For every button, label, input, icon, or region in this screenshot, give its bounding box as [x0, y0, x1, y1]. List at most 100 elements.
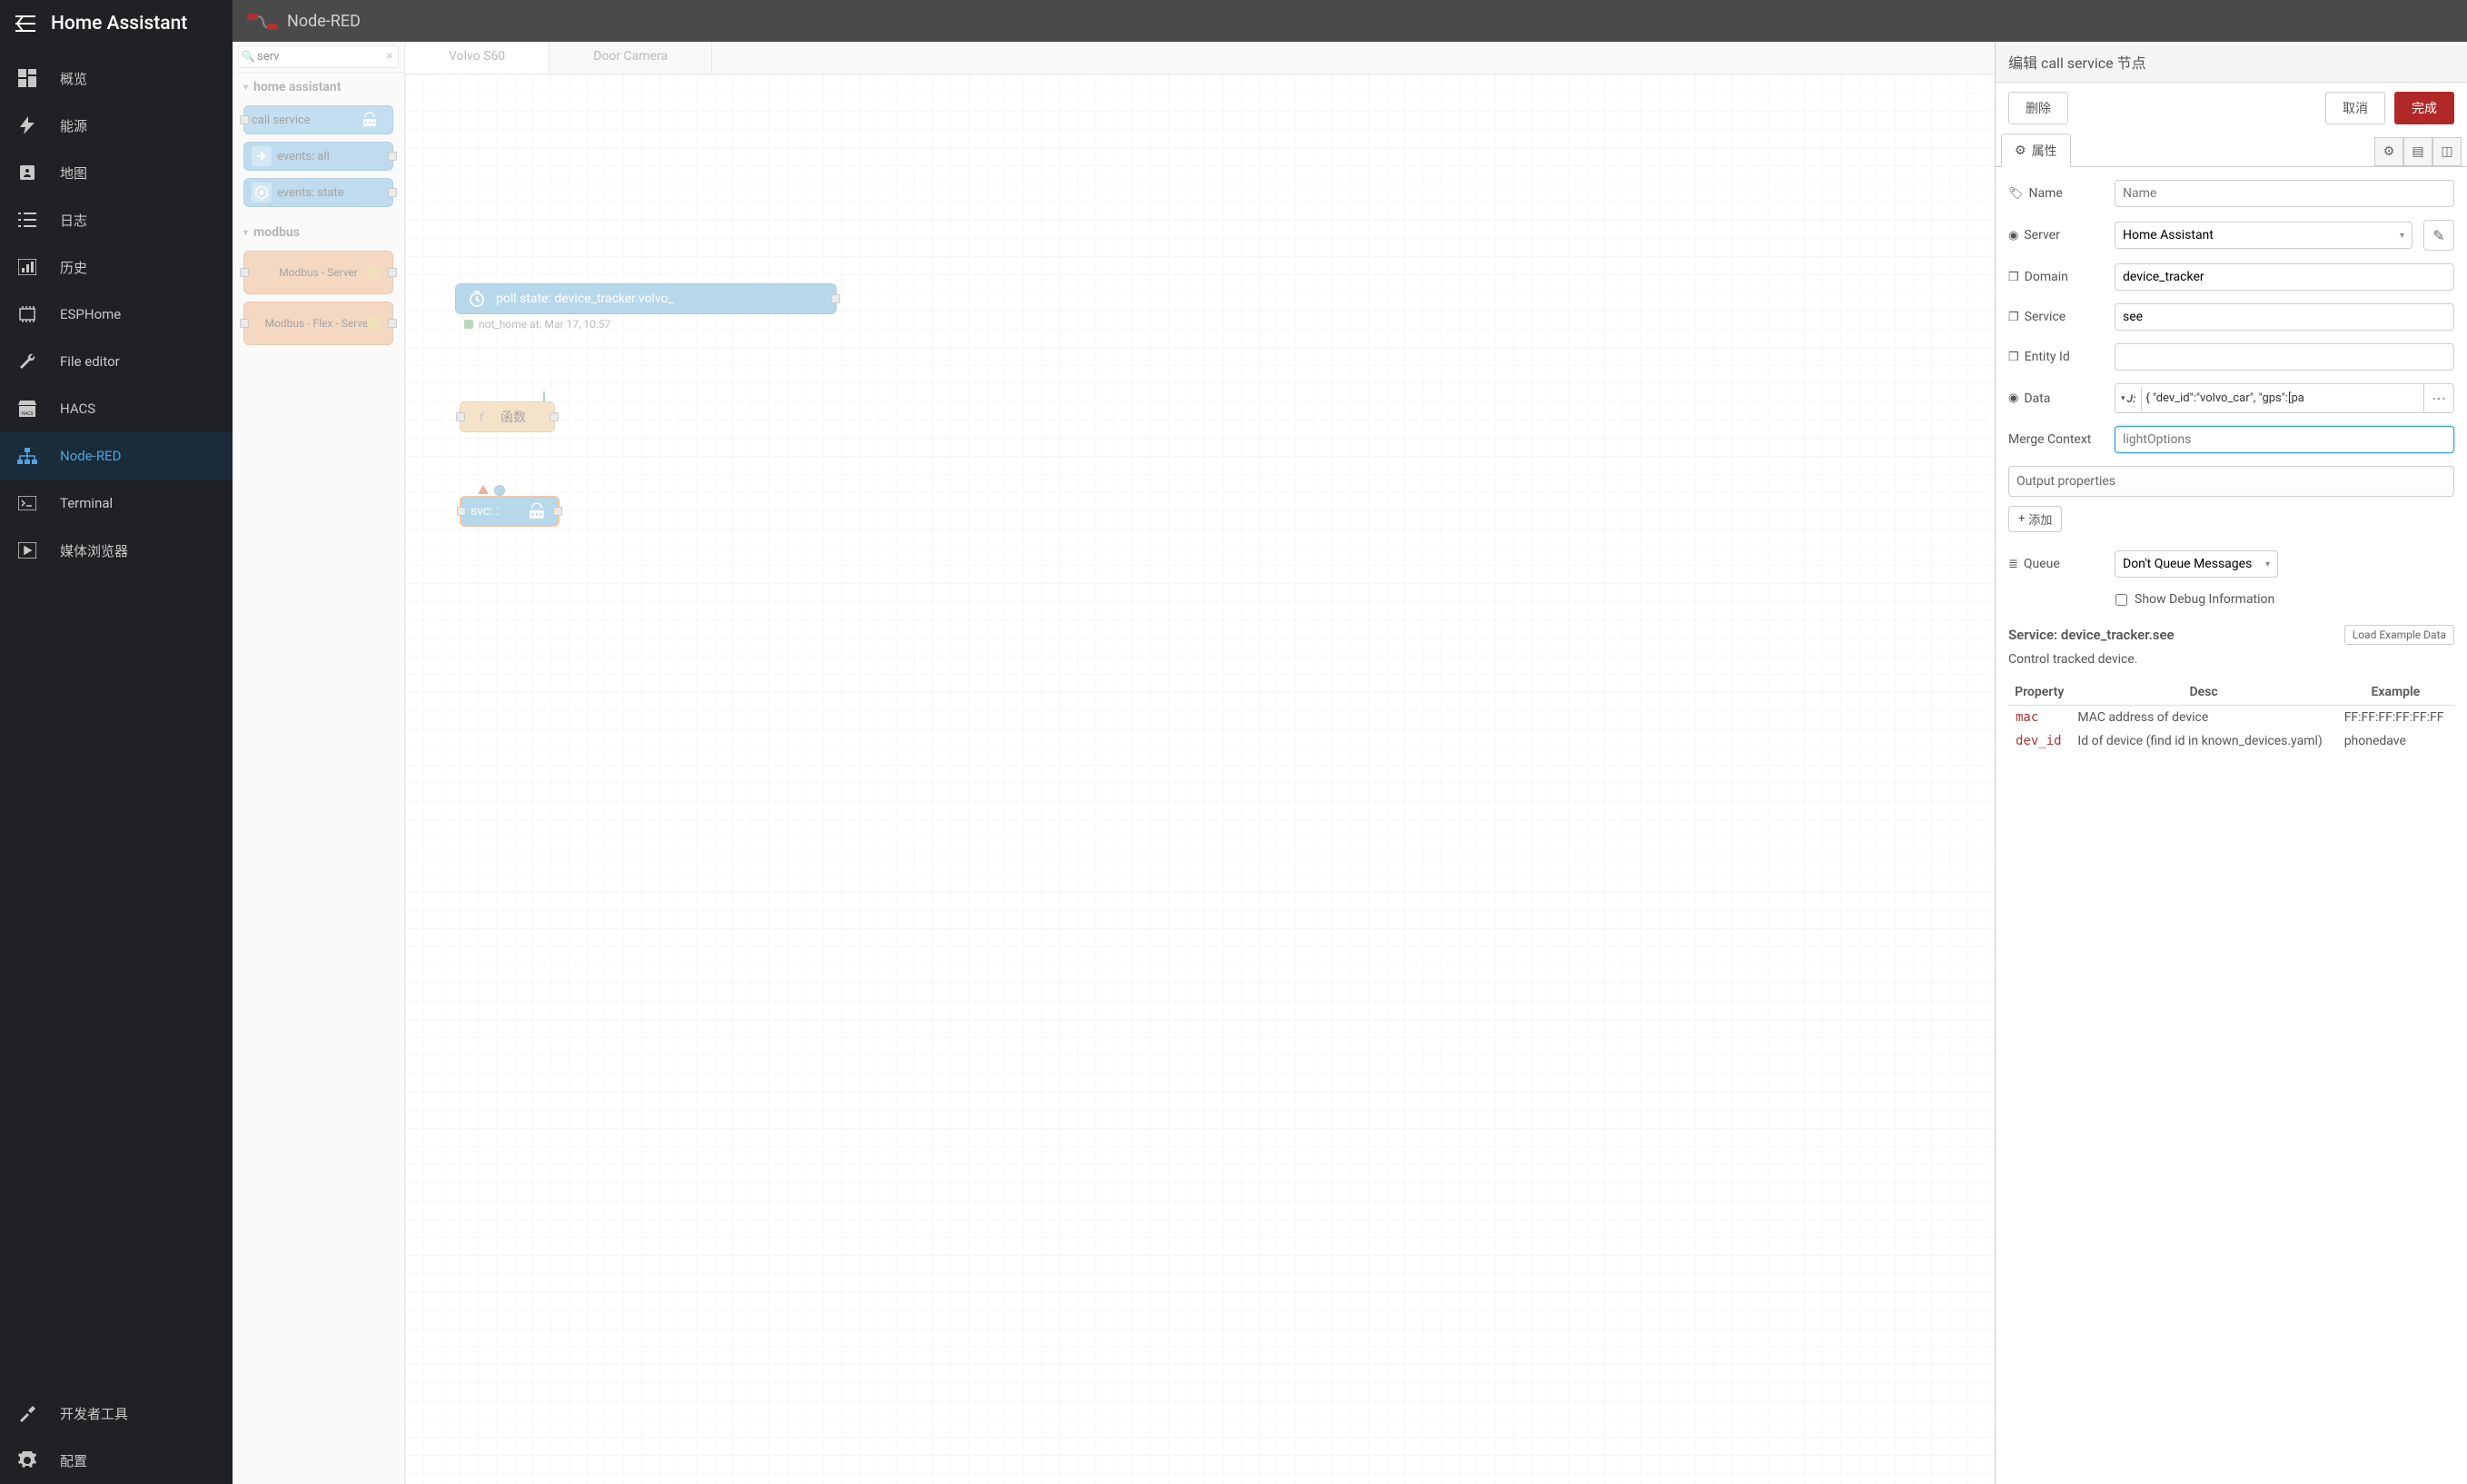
nav-settings[interactable]: 配置 — [0, 1437, 233, 1484]
ha-service-icon — [360, 110, 380, 130]
svg-text:f: f — [480, 411, 485, 425]
merge-context-input[interactable] — [2115, 426, 2454, 453]
node-poll-state[interactable]: poll state: device_tracker.volvo_ — [455, 283, 837, 314]
entity-input[interactable] — [2115, 343, 2454, 371]
delete-button[interactable]: 删除 — [2008, 92, 2068, 124]
server-select[interactable]: Home Assistant ▾ — [2115, 222, 2413, 249]
nav-settings-label: 配置 — [60, 1451, 87, 1470]
map-person-icon — [16, 162, 38, 183]
chip-icon — [16, 303, 38, 325]
server-select-value: Home Assistant — [2123, 228, 2214, 242]
show-debug-checkbox[interactable] — [2115, 594, 2127, 606]
hamburger-menu-icon[interactable] — [15, 13, 36, 35]
svg-text:HACS: HACS — [21, 411, 33, 417]
edit-tab-settings-icon[interactable]: ⚙ — [2374, 137, 2403, 166]
gear-small-icon: ⚙ — [2015, 143, 2026, 158]
add-button-label: 添加 — [2028, 510, 2052, 528]
workspace: Volvo S60 Door Camera poll state: device… — [405, 42, 1995, 1484]
label-queue: Queue — [2024, 557, 2060, 571]
search-icon: 🔍 — [242, 50, 255, 63]
edit-form: 🏷Name ◉Server Home Assistant ▾ ✎ ❒Domain — [1996, 167, 2467, 1484]
node-function[interactable]: f 函数 — [460, 401, 555, 432]
nav-overview-label: 概览 — [60, 69, 87, 88]
content-row: 🔍 × ▾ home assistant call service events… — [233, 42, 2467, 1484]
hexagon-icon — [252, 183, 272, 203]
main-area: Node-RED 🔍 × ▾ home assistant call servi… — [233, 0, 2467, 1484]
nav-media[interactable]: 媒体浏览器 — [0, 527, 233, 574]
clear-search-icon[interactable]: × — [387, 49, 393, 64]
edit-server-button[interactable]: ✎ — [2423, 220, 2454, 251]
nav-history[interactable]: 历史 — [0, 243, 233, 291]
name-input[interactable] — [2115, 180, 2454, 207]
load-example-button[interactable]: Load Example Data — [2344, 625, 2454, 645]
edit-tab-properties[interactable]: ⚙ 属性 — [2001, 134, 2071, 167]
label-data: Data — [2024, 391, 2050, 406]
palette-node-modbus-flex-server[interactable]: Modbus - Flex - Server — [243, 302, 393, 345]
nav-logs-label: 日志 — [60, 211, 87, 230]
edit-tab-description-icon[interactable]: ▤ — [2403, 137, 2432, 166]
nav-logs[interactable]: 日志 — [0, 196, 233, 243]
nav-terminal-label: Terminal — [60, 495, 113, 511]
chevron-down-icon: ▾ — [243, 83, 248, 93]
nodered-logo: Node-RED — [247, 12, 361, 31]
palette-cat-modbus[interactable]: ▾ modbus — [233, 218, 404, 247]
cube-icon: ❒ — [2008, 311, 2019, 324]
output-properties-box[interactable]: Output properties — [2008, 466, 2454, 497]
nav-file-editor[interactable]: File editor — [0, 338, 233, 385]
nav-esphome-label: ESPHome — [60, 306, 121, 322]
palette-cat-ha[interactable]: ▾ home assistant — [233, 73, 404, 102]
pencil-icon: ✎ — [2432, 227, 2444, 244]
nav-hacs[interactable]: HACS HACS — [0, 385, 233, 432]
nav-energy[interactable]: 能源 — [0, 102, 233, 149]
palette-node-call-service[interactable]: call service — [243, 105, 393, 134]
tab-volvo[interactable]: Volvo S60 — [405, 42, 550, 74]
nav-nodered[interactable]: Node-RED — [0, 432, 233, 480]
palette-search: 🔍 × — [233, 42, 404, 73]
service-heading: Service: device_tracker.see — [2008, 627, 2175, 643]
nav-overview[interactable]: 概览 — [0, 54, 233, 102]
palette-node-label: call service — [252, 114, 311, 127]
nav-devtools[interactable]: 开发者工具 — [0, 1390, 233, 1437]
tab-door[interactable]: Door Camera — [550, 42, 712, 74]
ha-header: Home Assistant — [0, 0, 233, 47]
palette-node-label: Modbus - Flex - Server — [265, 317, 372, 330]
status-dot-green-icon — [464, 320, 473, 329]
node-svc-status-dots — [478, 485, 505, 496]
tab-door-label: Door Camera — [593, 49, 668, 64]
label-name: Name — [2029, 186, 2063, 201]
data-expand-button[interactable]: ⋯ — [2423, 384, 2453, 412]
domain-input[interactable] — [2115, 263, 2454, 291]
edit-panel: 编辑 call service 节点 删除 取消 完成 ⚙ 属性 ⚙ ▤ ◫ — [1995, 42, 2467, 1484]
node-call-service[interactable]: svc: : — [460, 496, 560, 527]
nav-terminal[interactable]: Terminal — [0, 480, 233, 527]
edit-panel-title: 编辑 call service 节点 — [1996, 42, 2467, 83]
modbus-icon — [363, 313, 383, 333]
nav-map[interactable]: 地图 — [0, 149, 233, 196]
done-button[interactable]: 完成 — [2394, 92, 2454, 124]
flow-canvas[interactable]: poll state: device_tracker.volvo_ not_ho… — [405, 74, 1995, 1484]
target-icon: ◉ — [2008, 391, 2018, 405]
nav-esphome[interactable]: ESPHome — [0, 291, 233, 338]
palette-node-modbus-server[interactable]: Modbus - Server — [243, 251, 393, 294]
service-input[interactable] — [2115, 303, 2454, 331]
ha-title: Home Assistant — [51, 13, 187, 35]
nav-media-label: 媒体浏览器 — [60, 541, 128, 560]
data-type-toggle[interactable]: ▾J: — [2115, 387, 2142, 411]
edit-tab-properties-label: 属性 — [2032, 142, 2057, 160]
cancel-button[interactable]: 取消 — [2325, 92, 2385, 124]
prop-desc: Id of device (find id in known_devices.y… — [2070, 729, 2336, 753]
queue-select[interactable]: Don't Queue Messages ▾ — [2115, 550, 2278, 578]
edit-tab-appearance-icon[interactable]: ◫ — [2432, 137, 2462, 166]
data-input[interactable]: ▾J: { "dev_id":"volvo_car", "gps":[pa ⋯ — [2115, 383, 2454, 413]
palette-node-events-all[interactable]: events: all — [243, 142, 393, 171]
label-entity: Entity Id — [2025, 350, 2070, 364]
palette-search-input[interactable] — [238, 45, 399, 68]
service-properties-table: Property Desc Example mac MAC address of… — [2008, 679, 2454, 753]
palette-node-label: events: state — [277, 186, 344, 200]
flow-tabs: Volvo S60 Door Camera — [405, 42, 1995, 74]
chevron-down-icon: ▾ — [2400, 231, 2404, 241]
nav-devtools-label: 开发者工具 — [60, 1404, 128, 1423]
palette-node-events-state[interactable]: events: state — [243, 178, 393, 207]
prop-name: dev_id — [2008, 729, 2070, 753]
add-output-button[interactable]: +添加 — [2008, 506, 2062, 532]
